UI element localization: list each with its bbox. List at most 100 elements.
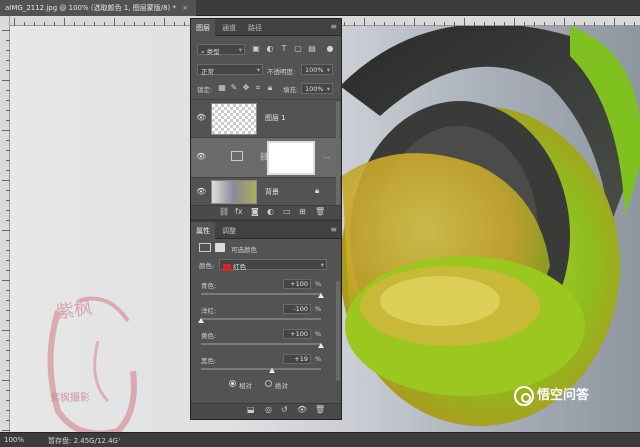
opacity-input[interactable]: 100% ▾ (301, 64, 333, 75)
visibility-eye-icon[interactable]: 👁︎ (196, 187, 206, 196)
lock-position-icon[interactable]: ✥ (241, 83, 251, 93)
panel-menu-icon[interactable]: ≡ (330, 22, 337, 31)
visibility-eye-icon[interactable]: 👁︎ (297, 405, 307, 414)
absolute-radio[interactable] (265, 380, 272, 387)
vertical-ruler[interactable] (0, 16, 10, 432)
filter-toggle-icon[interactable]: ● (325, 44, 335, 54)
layers-footer: ⛓︎ fx ◙ ◐ ▭ ⊞ 🗑︎ (191, 205, 341, 219)
blend-row: 正常 ▾ 不透明度: 100% ▾ (191, 64, 341, 78)
zoom-level[interactable]: 100% (4, 436, 24, 444)
adjustment-layer-icon (231, 151, 243, 161)
layer-row-3[interactable]: 👁︎ 背景 🔒︎ (191, 177, 341, 205)
slider-value-input[interactable]: +19 (283, 354, 311, 364)
lock-image-icon[interactable]: ✎ (229, 83, 239, 93)
ruler-tick (2, 180, 10, 181)
slider-value-input[interactable]: +100 (283, 329, 311, 339)
blend-mode-value: 正常 (201, 68, 214, 76)
type-filter-icon[interactable]: T (279, 44, 289, 54)
ruler-tick (514, 18, 515, 26)
tab-properties[interactable]: 属性 (191, 222, 215, 239)
status-bar: 100% 暂存盘: 2.45G/12.4G › (0, 432, 640, 447)
new-adjustment-icon[interactable]: ◐ (267, 207, 274, 216)
kind-filter-value: 类型 (206, 48, 220, 56)
lock-transparency-icon[interactable]: ▦ (217, 83, 227, 93)
link-layers-icon[interactable]: ⛓︎ (219, 207, 229, 216)
shape-filter-icon[interactable]: ▢ (293, 44, 303, 54)
fill-label: 填充: (283, 86, 299, 94)
relative-radio[interactable] (229, 380, 236, 387)
tab-channels[interactable]: 通道 (217, 19, 241, 36)
more-icon[interactable]: … (323, 152, 330, 160)
lock-all-icon[interactable]: 🔒︎ (265, 83, 275, 93)
layer-row-1[interactable]: 👁︎ 图层 1 (191, 99, 341, 137)
panel-menu-icon[interactable]: ≡ (330, 225, 337, 234)
new-group-icon[interactable]: ▭ (283, 207, 291, 216)
visibility-eye-icon[interactable]: 👁︎ (196, 152, 206, 161)
slider-track[interactable] (201, 293, 321, 295)
slider-track[interactable] (201, 368, 321, 370)
opacity-label: 不透明度: (267, 68, 296, 76)
smart-object-filter-icon[interactable]: ▤ (307, 44, 317, 54)
slider-row: 洋红: -100% (191, 304, 341, 326)
tab-layers[interactable]: 图层 (191, 19, 215, 36)
tab-adjustments[interactable]: 调整 (217, 222, 241, 239)
pixel-filter-icon[interactable]: ▣ (251, 44, 261, 54)
scratch-disk-info: 暂存盘: 2.45G/12.4G (48, 437, 118, 445)
ruler-tick (164, 18, 165, 26)
slider-value-input[interactable]: -100 (283, 304, 311, 314)
brand-logo-icon (514, 385, 534, 406)
fill-input[interactable]: 100% ▾ (301, 83, 333, 94)
absolute-label: 绝对 (275, 382, 288, 390)
new-layer-icon[interactable]: ⊞ (299, 207, 306, 216)
trash-icon[interactable]: 🗑︎ (315, 405, 325, 414)
colors-value: 红色 (233, 263, 247, 271)
percent-unit: % (315, 280, 322, 288)
layer-mask-thumbnail[interactable] (267, 141, 315, 175)
lock-artboard-icon[interactable]: ⌗ (253, 83, 263, 93)
relative-label: 相对 (239, 382, 252, 390)
ruler-tick (2, 130, 10, 131)
kind-filter-select[interactable]: ⌕ 类型 ▾ (197, 44, 245, 56)
trash-icon[interactable]: 🗑︎ (315, 207, 325, 216)
slider-thumb[interactable] (198, 318, 204, 323)
lock-icon: 🔒︎ (315, 186, 320, 195)
slider-track[interactable] (201, 318, 321, 320)
document-title: aIMG_2112.jpg @ 100% (选取颜色 1, 图层蒙版/8) * (5, 4, 177, 12)
status-menu-icon[interactable]: › (118, 435, 121, 443)
adjustment-filter-icon[interactable]: ◐ (265, 44, 275, 54)
layers-scrollbar[interactable] (336, 101, 340, 205)
layer-filter-row: ⌕ 类型 ▾ ▣ ◐ T ▢ ▤ ● (191, 44, 341, 58)
fx-icon[interactable]: fx (235, 207, 243, 216)
document-tab[interactable]: aIMG_2112.jpg @ 100% (选取颜色 1, 图层蒙版/8) * … (0, 0, 197, 16)
blend-mode-select[interactable]: 正常 ▾ (197, 64, 263, 76)
view-previous-icon[interactable]: ◎ (265, 405, 272, 414)
colors-row: 颜色: 红色 ▾ (191, 259, 341, 271)
fill-value: 100% (305, 85, 324, 93)
close-icon[interactable]: × (182, 4, 188, 12)
slider-thumb[interactable] (269, 368, 276, 373)
mask-icon[interactable] (215, 243, 225, 252)
reset-icon[interactable]: ↺ (281, 405, 288, 414)
slider-label: 青色: (201, 282, 217, 290)
ruler-tick (2, 380, 10, 381)
percent-unit: % (315, 330, 322, 338)
slider-thumb[interactable] (318, 293, 324, 298)
slider-value-input[interactable]: +100 (283, 279, 311, 289)
ruler-tick (2, 430, 10, 431)
chevron-down-icon: ▾ (320, 261, 324, 269)
colors-select[interactable]: 红色 ▾ (219, 259, 327, 271)
clip-to-layer-icon[interactable]: ⬓ (247, 405, 255, 414)
tab-paths[interactable]: 路径 (243, 19, 267, 36)
slider-thumb[interactable] (318, 343, 324, 348)
visibility-eye-icon[interactable]: 👁︎ (196, 113, 206, 122)
ruler-tick (2, 230, 10, 231)
properties-footer: ⬓ ◎ ↺ 👁︎ 🗑︎ (191, 403, 341, 419)
ruler-tick (414, 18, 415, 26)
lock-label: 锁定: (197, 86, 213, 94)
add-mask-icon[interactable]: ◙ (251, 207, 259, 216)
layer-row-2[interactable]: 👁︎ ⛓︎ … (191, 137, 341, 177)
slider-track[interactable] (201, 343, 321, 345)
percent-unit: % (315, 305, 322, 313)
ruler-tick (464, 18, 465, 26)
method-row: 相对 绝对 (191, 379, 341, 391)
